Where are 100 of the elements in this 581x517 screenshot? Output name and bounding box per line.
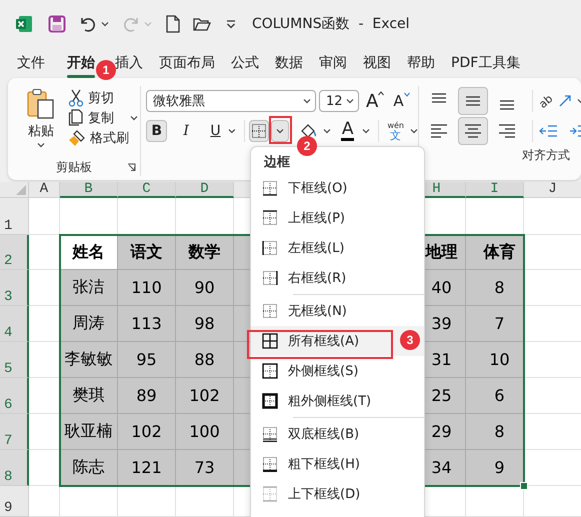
group-label: 对齐方式 xyxy=(522,147,570,164)
row-header[interactable]: 9 xyxy=(0,486,29,517)
column-heading-cell: 体育 xyxy=(466,235,524,270)
font-name-field[interactable]: 微软雅黑 xyxy=(146,90,316,112)
menu-item[interactable]: 上框线(P) xyxy=(251,203,424,233)
caret-icon xyxy=(322,128,331,134)
group-label: 剪贴板 xyxy=(56,159,92,176)
table-cell: 10 xyxy=(466,342,524,378)
font-size-field[interactable]: 12 xyxy=(319,90,359,112)
copy-icon xyxy=(68,109,84,127)
align-top-icon xyxy=(431,93,447,103)
table-cell: 102 xyxy=(118,414,176,450)
menu-title: 边框 xyxy=(263,154,290,172)
highlight-frame xyxy=(269,116,292,144)
ribbon-tab[interactable]: 公式 xyxy=(231,48,259,78)
fill-handle[interactable] xyxy=(520,482,528,490)
center-align-button[interactable] xyxy=(458,117,488,145)
ribbon-tab[interactable]: 页面布局 xyxy=(159,48,215,78)
scissors-icon xyxy=(68,89,84,107)
table-cell: 90 xyxy=(176,270,234,306)
caret-icon xyxy=(228,128,236,134)
border-style-icon xyxy=(262,303,278,319)
table-cell: 102 xyxy=(176,378,234,414)
ribbon-tab[interactable]: 开始 xyxy=(67,48,95,78)
customize-menu-icon[interactable] xyxy=(226,19,236,29)
copy-button[interactable]: 复制 xyxy=(66,108,140,128)
table-cell: 98 xyxy=(176,306,234,342)
table-cell xyxy=(118,486,176,517)
column-heading-cell: 语文 xyxy=(118,235,176,270)
table-cell: 陈志 xyxy=(60,450,118,486)
align-bottom-icon xyxy=(499,100,515,110)
borders-dropdown-button[interactable] xyxy=(271,120,289,142)
table-cell: 88 xyxy=(176,342,234,378)
row-header[interactable]: 6 xyxy=(0,378,29,414)
ribbon-tab[interactable]: PDF工具集 xyxy=(451,48,520,78)
ribbon-tab[interactable]: 文件 xyxy=(17,48,45,78)
caret-icon xyxy=(346,98,354,104)
caret-icon xyxy=(144,21,152,27)
border-style-icon xyxy=(262,426,278,442)
folder-icon[interactable] xyxy=(193,16,211,32)
column-header[interactable]: A xyxy=(29,182,60,198)
table-cell: 樊琪 xyxy=(60,378,118,414)
window-title: COLUMNS函数 - Excel xyxy=(252,15,410,33)
ribbon-tab[interactable]: 插入 xyxy=(115,48,143,78)
phonetic-button[interactable]: wén 文 xyxy=(387,122,418,140)
row-header[interactable]: 2 xyxy=(0,235,29,270)
orientation-button[interactable]: ab xyxy=(539,94,581,108)
cut-button[interactable]: 剪切 xyxy=(66,88,116,108)
middle-align-button[interactable] xyxy=(458,87,488,115)
ribbon-tab[interactable]: 数据 xyxy=(275,48,303,78)
brush-icon xyxy=(68,129,86,147)
caret-icon xyxy=(276,128,284,134)
font-color-button[interactable]: A xyxy=(340,121,370,141)
table-cell: 周涛 xyxy=(60,306,118,342)
shrink-font-button[interactable]: A xyxy=(393,92,410,110)
table-cell: 8 xyxy=(466,414,524,450)
column-header[interactable]: B xyxy=(60,182,118,198)
border-style-icon xyxy=(262,486,278,502)
table-cell xyxy=(29,486,60,517)
borders-button[interactable] xyxy=(248,120,270,142)
new-file-icon[interactable] xyxy=(166,15,180,33)
dialog-launcher-icon[interactable] xyxy=(127,163,136,172)
column-header[interactable]: C xyxy=(118,182,176,198)
excel-logo-icon[interactable] xyxy=(15,15,33,33)
border-style-icon xyxy=(262,210,278,226)
row-header[interactable]: 7 xyxy=(0,414,29,450)
column-header[interactable]: D xyxy=(176,182,234,198)
grow-font-button[interactable]: A xyxy=(366,90,384,112)
underline-button[interactable]: U xyxy=(204,120,226,142)
paste-button[interactable]: 粘贴 xyxy=(22,86,60,158)
down-caret-icon xyxy=(404,92,410,97)
ribbon-tab[interactable]: 帮助 xyxy=(407,48,435,78)
row-header[interactable]: 8 xyxy=(0,450,29,486)
caret-icon xyxy=(101,21,109,27)
row-header[interactable]: 5 xyxy=(0,342,29,378)
row-header[interactable]: 3 xyxy=(0,270,29,306)
table-cell: 100 xyxy=(176,414,234,450)
caret-icon xyxy=(130,115,138,121)
undo-icon[interactable] xyxy=(79,15,97,33)
column-header[interactable]: I xyxy=(466,182,524,198)
table-cell xyxy=(29,198,60,235)
table-cell: 113 xyxy=(118,306,176,342)
table-cell: 7 xyxy=(466,306,524,342)
caret-icon xyxy=(362,128,370,134)
ribbon-tab[interactable]: 视图 xyxy=(363,48,391,78)
table-cell: 9 xyxy=(466,450,524,486)
step-badge: 1 xyxy=(96,60,116,80)
paste-icon xyxy=(26,88,56,120)
ribbon-tab[interactable]: 审阅 xyxy=(319,48,347,78)
save-icon[interactable] xyxy=(48,15,66,33)
table-cell: 耿亚楠 xyxy=(60,414,118,450)
italic-button[interactable]: I xyxy=(175,120,197,142)
border-style-icon xyxy=(262,363,278,379)
column-heading-cell: 数学 xyxy=(176,235,234,270)
row-header[interactable]: 1 xyxy=(0,198,29,235)
border-style-icon xyxy=(262,333,278,349)
format-painter-button[interactable]: 格式刷 xyxy=(66,128,131,148)
bold-button[interactable]: B xyxy=(146,120,168,142)
row-header[interactable]: 4 xyxy=(0,306,29,342)
column-header[interactable]: J xyxy=(524,182,581,198)
